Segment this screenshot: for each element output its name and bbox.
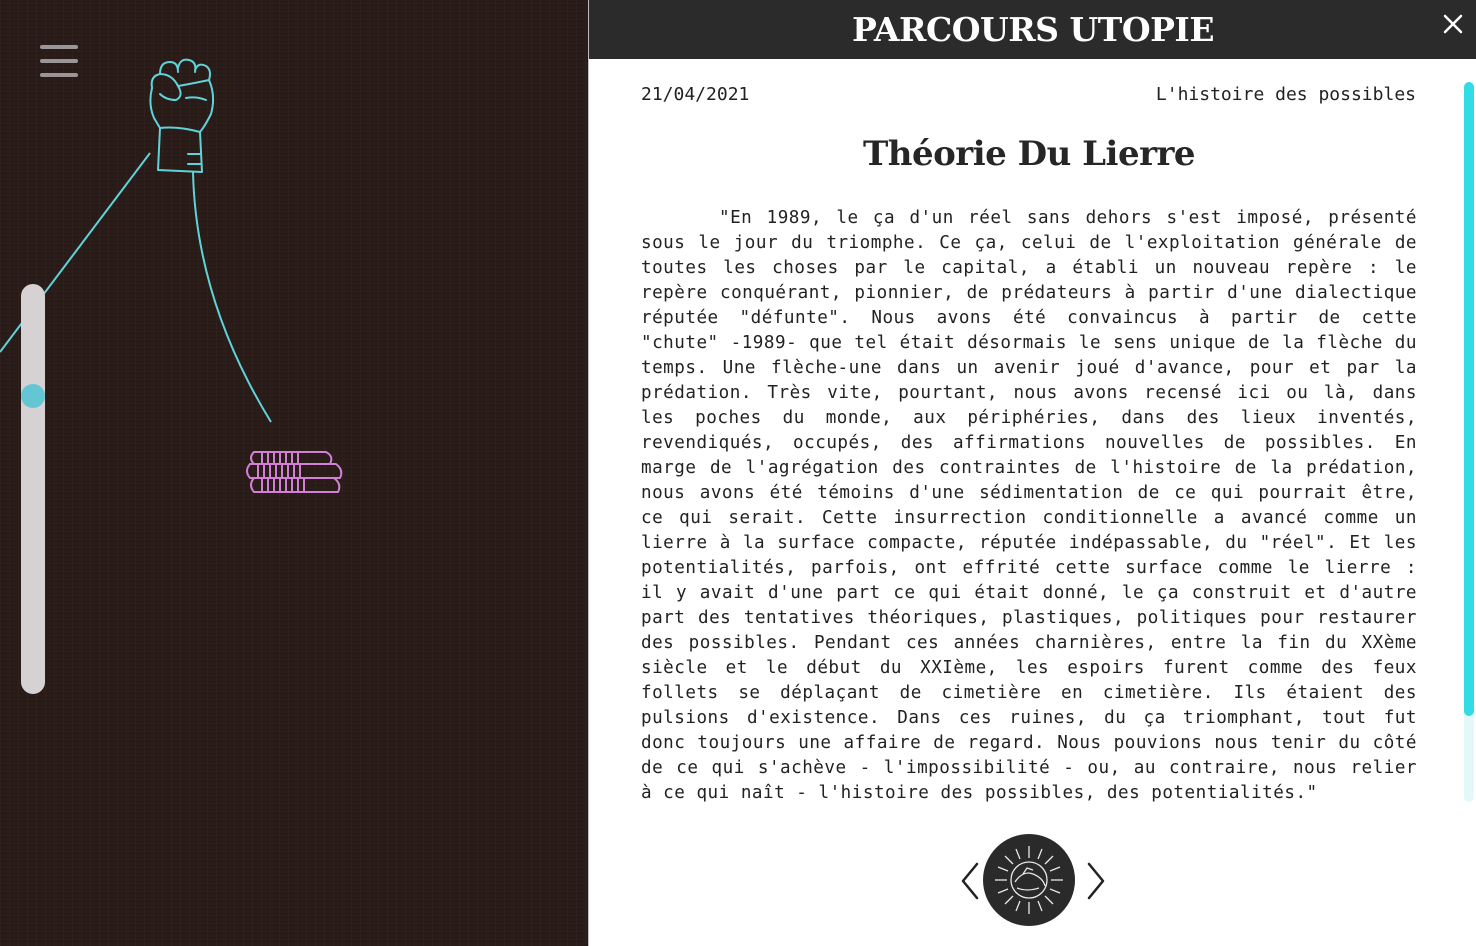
- emblem-badge-icon: [995, 846, 1063, 914]
- chevron-right-icon[interactable]: [1083, 858, 1107, 904]
- scrollbar-thumb[interactable]: [1464, 82, 1474, 716]
- header-bar: PARCOURS UTOPIE: [589, 0, 1476, 59]
- article-body: "En 1989, le ça d'un réel sans dehors s'…: [641, 208, 1417, 803]
- site-title: PARCOURS UTOPIE: [852, 10, 1214, 49]
- emblem-badge-icon[interactable]: [983, 834, 1075, 926]
- article-category[interactable]: L'histoire des possibles: [1156, 84, 1416, 105]
- article-title: Théorie Du Lierre: [862, 134, 1196, 174]
- zoom-slider-track[interactable]: [21, 284, 45, 694]
- close-icon[interactable]: [1439, 10, 1467, 38]
- raised-fist-icon[interactable]: [149, 58, 215, 173]
- map-panel[interactable]: [0, 0, 588, 946]
- article-date: 21/04/2021: [641, 84, 750, 105]
- path-line: [192, 171, 272, 423]
- stacked-books-icon[interactable]: [246, 451, 343, 493]
- page: PARCOURS UTOPIE 21/04/2021 L'histoire de…: [0, 0, 1476, 946]
- article-panel: PARCOURS UTOPIE 21/04/2021 L'histoire de…: [588, 0, 1476, 946]
- chevron-left-icon[interactable]: [959, 858, 983, 904]
- map-canvas: [0, 58, 343, 493]
